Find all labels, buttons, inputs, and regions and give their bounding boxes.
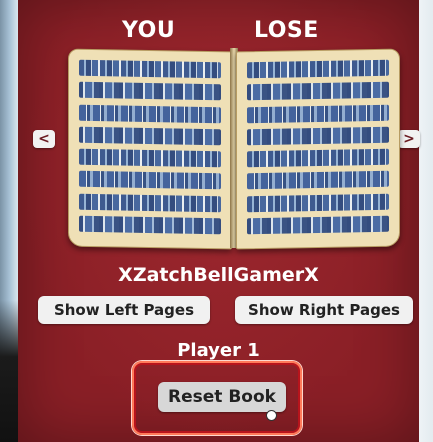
game-frame: YOU LOSE < > XZatchBellGamerX Show Left …: [0, 0, 433, 442]
glyph-line: [247, 59, 389, 79]
glyph-line: [79, 126, 221, 146]
glyph-line: [79, 82, 221, 101]
glyph-line: [247, 126, 389, 146]
spell-book: [58, 44, 410, 258]
glyph-line: [247, 82, 389, 101]
player-username: XZatchBellGamerX: [118, 264, 319, 286]
background-strip: [419, 0, 433, 442]
glyph-line: [247, 104, 389, 123]
result-word-you: YOU: [122, 18, 176, 43]
glyph-line: [79, 104, 221, 123]
result-panel: YOU LOSE < > XZatchBellGamerX Show Left …: [18, 0, 420, 442]
glyph-line: [247, 193, 389, 212]
result-banner: YOU LOSE: [18, 18, 419, 46]
glyph-line: [247, 148, 389, 168]
glyph-line: [247, 215, 389, 235]
background-shadow: [0, 300, 18, 442]
show-right-pages-button[interactable]: Show Right Pages: [235, 296, 413, 324]
reset-book-button[interactable]: Reset Book: [158, 382, 286, 412]
glyph-line: [79, 171, 221, 190]
glyph-line: [79, 215, 221, 235]
glyph-line: [79, 193, 221, 212]
glyph-line: [79, 59, 221, 79]
player-label: Player 1: [177, 340, 260, 361]
book-left-page: [68, 48, 232, 250]
book-right-page: [236, 48, 400, 250]
show-left-pages-button[interactable]: Show Left Pages: [38, 296, 210, 324]
pointer-cursor-icon: [266, 410, 277, 421]
prev-page-button[interactable]: <: [33, 130, 55, 148]
glyph-line: [79, 148, 221, 168]
glyph-line: [247, 171, 389, 190]
result-word-lose: LOSE: [254, 18, 319, 43]
